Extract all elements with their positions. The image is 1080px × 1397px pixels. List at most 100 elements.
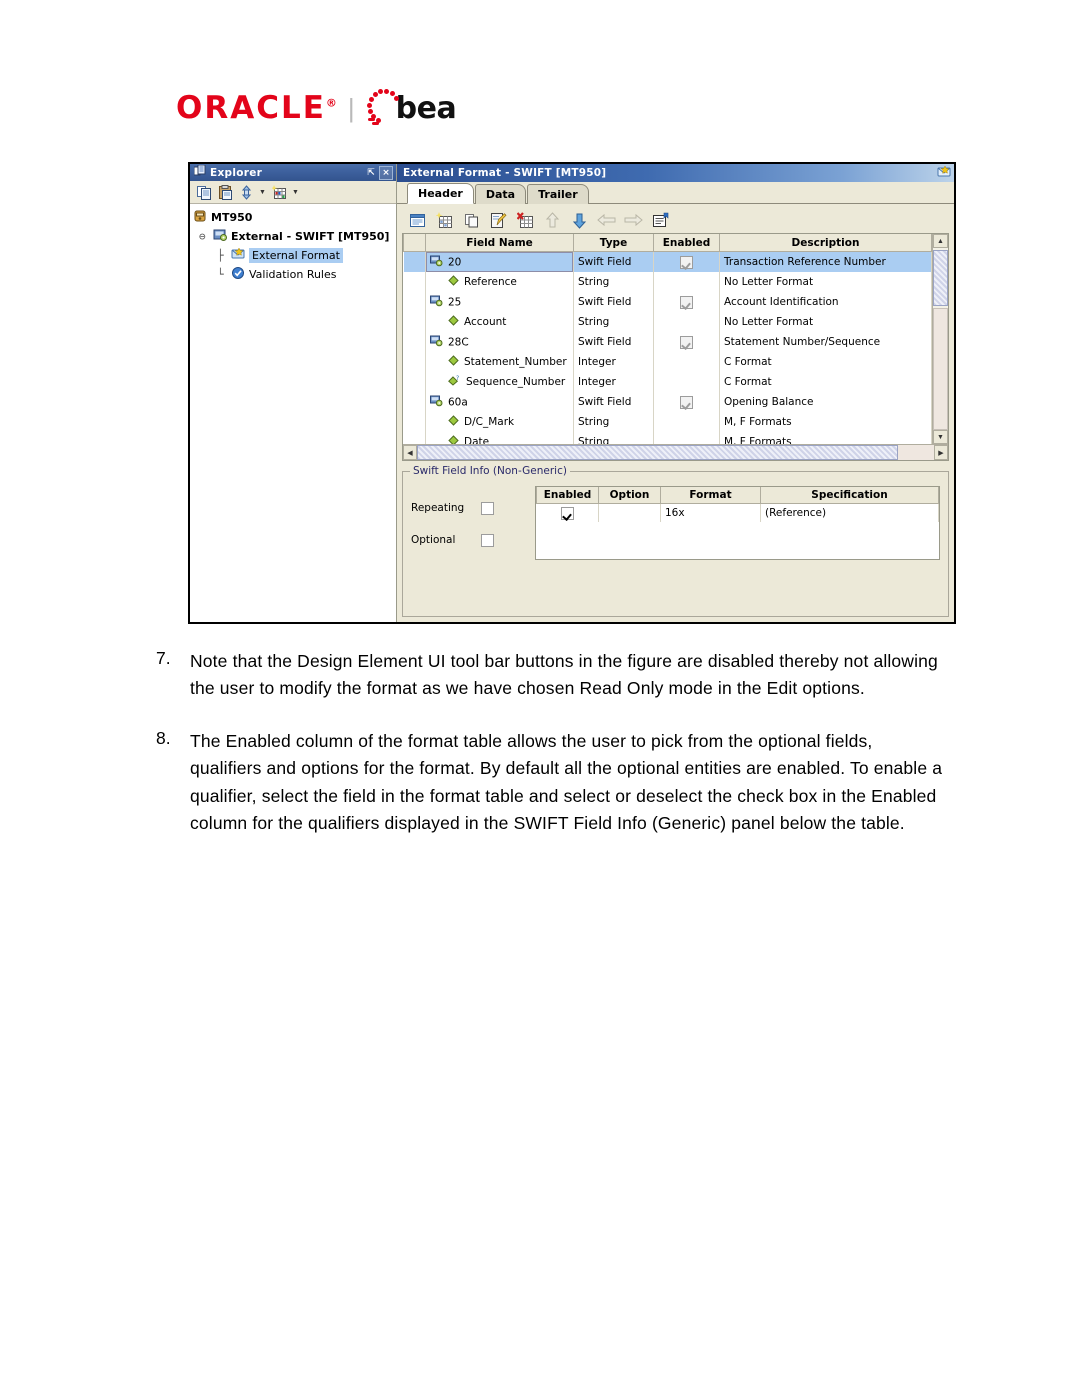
- sort-dropdown-caret-icon[interactable]: ▼: [258, 189, 267, 196]
- vertical-scroll-track[interactable]: [933, 248, 948, 430]
- table-row[interactable]: 28C Swift Field Statement Number/Sequenc…: [403, 332, 932, 352]
- pin-icon[interactable]: ⇱: [365, 167, 377, 179]
- tab-header[interactable]: Header: [407, 183, 474, 204]
- cell-field-name: 25: [425, 292, 574, 312]
- external-swift-icon: [213, 228, 227, 245]
- tree-item-validation-rules[interactable]: └ Validation Rules: [193, 265, 396, 284]
- oracle-wordmark-text: ORACLE: [176, 90, 326, 126]
- tree-item-mt950[interactable]: MT950: [193, 208, 396, 227]
- table-row[interactable]: 16x (Reference): [536, 503, 939, 522]
- column-header-type[interactable]: Type: [573, 234, 654, 252]
- enabled-checkbox[interactable]: [560, 506, 574, 520]
- table-row[interactable]: ? Sequence_Number Integer C Format: [403, 372, 932, 392]
- row-selector-cell[interactable]: [403, 312, 426, 332]
- tree-item-external-format[interactable]: ├ External Format: [193, 246, 396, 265]
- table-row[interactable]: 25 Swift Field Account Identification: [403, 292, 932, 312]
- cell-enabled[interactable]: [653, 372, 720, 392]
- cell-type: String: [573, 412, 654, 432]
- cell-enabled[interactable]: [536, 503, 599, 522]
- cell-enabled[interactable]: [653, 312, 720, 332]
- table-row[interactable]: 20 Swift Field Transaction Reference Num…: [403, 251, 932, 272]
- column-header-description[interactable]: Description: [719, 234, 932, 252]
- tab-data[interactable]: Data: [474, 184, 527, 204]
- sort-icon[interactable]: [237, 183, 255, 201]
- enabled-checkbox[interactable]: [680, 295, 693, 309]
- new-table-row-icon[interactable]: [435, 211, 454, 230]
- application-screenshot: Explorer ⇱ × ▼ ▼ MT950 ⊖ External - SWIF…: [188, 162, 956, 624]
- table-row[interactable]: Reference String No Letter Format: [403, 272, 932, 292]
- table-row[interactable]: Account String No Letter Format: [403, 312, 932, 332]
- tab-trailer[interactable]: Trailer: [527, 184, 589, 204]
- optional-checkbox[interactable]: [481, 533, 494, 547]
- row-selector-cell[interactable]: [403, 272, 426, 292]
- table-row[interactable]: Date String M, F Formats: [403, 432, 932, 444]
- horizontal-scroll-track[interactable]: [417, 445, 934, 460]
- copy-icon[interactable]: [462, 211, 481, 230]
- cell-enabled[interactable]: [653, 292, 720, 312]
- cell-text: Account: [464, 316, 507, 328]
- horizontal-scroll-thumb[interactable]: [417, 445, 898, 460]
- cell-enabled[interactable]: [653, 412, 720, 432]
- tree-item-external-swift[interactable]: ⊖ External - SWIFT [MT950]: [193, 227, 396, 246]
- table-row[interactable]: D/C_Mark String M, F Formats: [403, 412, 932, 432]
- external-format-window: External Format - SWIFT [MT950] Header D…: [397, 164, 954, 622]
- column-header-format[interactable]: Format: [660, 487, 761, 504]
- scroll-left-button[interactable]: ◀: [403, 445, 417, 460]
- column-header-option[interactable]: Option: [598, 487, 661, 504]
- row-selector-cell[interactable]: [403, 251, 426, 272]
- repeating-option[interactable]: Repeating: [411, 492, 521, 524]
- row-selector-cell[interactable]: [403, 332, 426, 352]
- properties-icon[interactable]: [651, 211, 670, 230]
- cell-field-name: D/C_Mark: [425, 412, 574, 432]
- new-item-dropdown-caret-icon[interactable]: ▼: [291, 189, 300, 196]
- cell-text: 25: [448, 296, 462, 308]
- move-down-arrow-icon[interactable]: [570, 211, 589, 230]
- oracle-bea-logo: ORACLE® | bea: [176, 88, 457, 128]
- expander-icon[interactable]: ⊖: [199, 230, 213, 243]
- enabled-checkbox[interactable]: [680, 395, 693, 409]
- optional-option[interactable]: Optional: [411, 524, 521, 556]
- new-item-icon[interactable]: [270, 183, 288, 201]
- cell-enabled[interactable]: [653, 332, 720, 352]
- attribute-icon: [448, 355, 459, 369]
- row-selector-cell[interactable]: [403, 392, 426, 412]
- swift-field-info-table[interactable]: Enabled Option Format Specification 16x …: [535, 486, 940, 560]
- row-selector-cell[interactable]: [403, 352, 426, 372]
- row-selector-cell[interactable]: [403, 292, 426, 312]
- row-selector-cell[interactable]: [403, 432, 426, 444]
- row-selector-cell[interactable]: [403, 372, 426, 392]
- external-format-titlebar: External Format - SWIFT [MT950]: [397, 164, 954, 182]
- enabled-checkbox[interactable]: [680, 255, 693, 269]
- scroll-down-button[interactable]: ▼: [933, 430, 948, 444]
- cell-text: Date: [464, 436, 490, 444]
- column-header-specification[interactable]: Specification: [760, 487, 939, 504]
- properties-window-icon[interactable]: [408, 211, 427, 230]
- delete-table-row-icon[interactable]: [516, 211, 535, 230]
- cell-enabled[interactable]: [653, 352, 720, 372]
- format-table[interactable]: Field Name Type Enabled Description 20 S…: [402, 233, 949, 461]
- cell-enabled[interactable]: [653, 272, 720, 292]
- edit-table-icon[interactable]: [489, 211, 508, 230]
- header-tab-panel: Field Name Type Enabled Description 20 S…: [397, 204, 954, 622]
- vertical-scrollbar[interactable]: ▲ ▼: [932, 234, 948, 444]
- enabled-checkbox[interactable]: [680, 335, 693, 349]
- cell-field-name: Reference: [425, 272, 574, 292]
- column-header-enabled[interactable]: Enabled: [536, 487, 599, 504]
- cell-enabled[interactable]: [653, 432, 720, 444]
- table-row[interactable]: Statement_Number Integer C Format: [403, 352, 932, 372]
- scroll-up-button[interactable]: ▲: [933, 234, 948, 248]
- cell-enabled[interactable]: [653, 251, 720, 272]
- cell-enabled[interactable]: [653, 392, 720, 412]
- close-icon[interactable]: ×: [379, 165, 393, 180]
- column-header-field-name[interactable]: Field Name: [425, 234, 574, 252]
- vertical-scroll-thumb[interactable]: [933, 250, 948, 306]
- paste-icon[interactable]: [216, 183, 234, 201]
- horizontal-scrollbar[interactable]: ◀ ▶: [403, 444, 948, 460]
- copy-icon[interactable]: [195, 183, 213, 201]
- repeating-checkbox[interactable]: [481, 501, 494, 515]
- row-selector-cell[interactable]: [403, 412, 426, 432]
- oracle-wordmark: ORACLE®: [176, 90, 339, 126]
- scroll-right-button[interactable]: ▶: [934, 445, 948, 460]
- table-row[interactable]: 60a Swift Field Opening Balance: [403, 392, 932, 412]
- column-header-enabled[interactable]: Enabled: [653, 234, 720, 252]
